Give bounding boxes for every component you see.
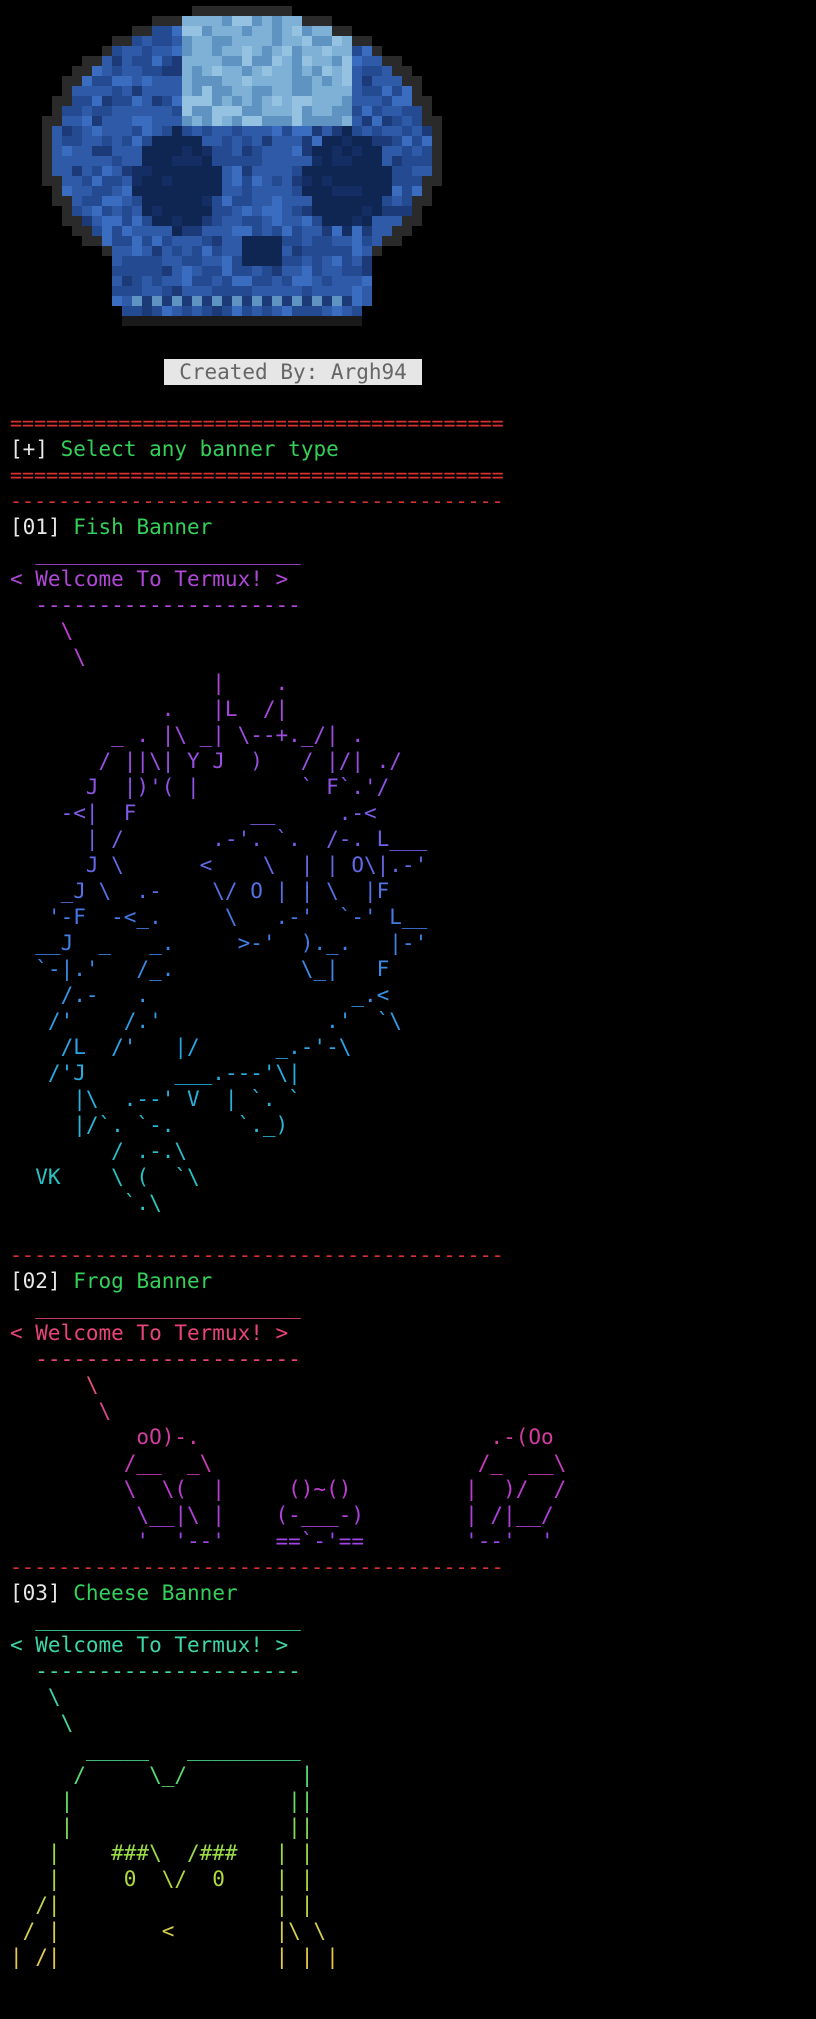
fish-bubble-bottom: --------------------- (10, 593, 301, 617)
art-line: J |)'( | ` F`.'/ (10, 775, 390, 799)
frog-banner-option[interactable]: [02] Frog Banner (10, 1268, 212, 1294)
bottom-separator: ========================================… (10, 463, 504, 487)
art-line: `-|.' /_. \_| F (10, 957, 390, 981)
art-line: J \ < \ | | O\|.-' (10, 853, 428, 877)
cheese-bubble-text: < Welcome To Termux! > (10, 1633, 289, 1657)
art-line: | /| | | | (10, 1945, 339, 1969)
cheese-ascii-art: \ \ _____ _________ / \_/ | | || | || | … (10, 1684, 339, 1970)
cheese-banner-name: Cheese Banner (73, 1581, 238, 1605)
art-line: /.- . _.< (10, 983, 390, 1007)
frog-bubble-text: < Welcome To Termux! > (10, 1321, 289, 1345)
cheese-banner-option[interactable]: [03] Cheese Banner (10, 1580, 238, 1606)
art-line: | / .-'. `. /-. L___ (10, 827, 428, 851)
art-line: \__|\ | (-___-) | /|__/ (10, 1503, 554, 1527)
art-line: '-F -<_. \ .-' `-' L__ (10, 905, 428, 929)
cheese-bubble-bottom: --------------------- (10, 1659, 301, 1683)
art-line: / .-.\ (10, 1139, 188, 1163)
art-line: / | < |\ \ (10, 1919, 327, 1943)
art-line: \ (10, 645, 86, 669)
fish-bubble: _____________________ < Welcome To Termu… (10, 540, 301, 618)
art-line: | ###\ /### | | (10, 1841, 314, 1865)
frog-dash-separator: ----------------------------------------… (10, 1243, 504, 1267)
art-line: | || (10, 1789, 314, 1813)
art-line: \ (10, 619, 74, 643)
art-line: / \_/ | (10, 1763, 314, 1787)
cheese-banner-number: 03 (22, 1581, 48, 1605)
art-line: |/`. `-. `._) (10, 1113, 289, 1137)
art-line: oO)-. .-(Oo (10, 1425, 554, 1449)
art-line: | 0 \/ 0 | | (10, 1867, 314, 1891)
art-line: |\ .--' V | `. ` (10, 1087, 301, 1111)
art-line: /'J ___.---'\| (10, 1061, 301, 1085)
fish-banner-option[interactable]: [01] Fish Banner (10, 514, 212, 540)
credit-label: Created By: Argh94 (164, 359, 422, 385)
art-line: | . (10, 671, 289, 695)
fish-bubble-top: _____________________ (10, 541, 301, 565)
skull-logo (42, 6, 442, 326)
art-line: __J _ _. >-' )._. |-' (10, 931, 428, 955)
fish-dash-separator: ----------------------------------------… (10, 489, 504, 513)
art-line: /' /.' .' `\ (10, 1009, 402, 1033)
art-line: _ . |\ _| \--+._/| . (10, 723, 365, 747)
art-line: -<| F __ .-< (10, 801, 377, 825)
art-line: \ (10, 1685, 61, 1709)
prompt-bracket-close: ] (35, 437, 48, 461)
select-prompt: [+] Select any banner type (10, 436, 339, 462)
frog-ascii-art: \ \ oO)-. .-(Oo /__ _\ /_ __\ \ \( | ()~… (10, 1372, 566, 1554)
cheese-bubble: _____________________ < Welcome To Termu… (10, 1606, 301, 1684)
fish-banner-name: Fish Banner (73, 515, 213, 539)
art-line: _J \ .- \/ O | | \ |F (10, 879, 390, 903)
art-line: \ \( | ()~() | )/ / (10, 1477, 567, 1501)
frog-banner-number: 02 (22, 1269, 48, 1293)
cheese-dash-separator: ----------------------------------------… (10, 1555, 504, 1579)
art-line: \ (10, 1399, 112, 1423)
art-line: _____ _________ (10, 1737, 301, 1761)
art-line: \ (10, 1711, 74, 1735)
art-line: . |L /| (10, 697, 289, 721)
art-line: /L /' |/ _.-'-\ (10, 1035, 352, 1059)
prompt-text: Select any banner type (47, 437, 339, 461)
fish-bubble-text: < Welcome To Termux! > (10, 567, 289, 591)
art-line: / ||\| Y J ) / |/| ./ (10, 749, 402, 773)
art-line: ' '--' ==`-'== '--' ' (10, 1529, 554, 1553)
art-line: `.\ (10, 1191, 162, 1215)
art-line: /__ _\ /_ __\ (10, 1451, 567, 1475)
frog-bubble: _____________________ < Welcome To Termu… (10, 1294, 301, 1372)
fish-ascii-art: \ \ | . . |L /| _ . |\ _| \--+._/| . / |… (10, 618, 427, 1216)
art-line: VK \ ( `\ (10, 1165, 200, 1189)
prompt-plus: + (22, 437, 36, 461)
cheese-bubble-top: _____________________ (10, 1607, 301, 1631)
frog-bubble-bottom: --------------------- (10, 1347, 301, 1371)
art-line: /| | | (10, 1893, 314, 1917)
art-line: | || (10, 1815, 314, 1839)
prompt-bracket-open: [ (10, 437, 23, 461)
frog-banner-name: Frog Banner (73, 1269, 213, 1293)
frog-bubble-top: _____________________ (10, 1295, 301, 1319)
art-line: \ (10, 1373, 99, 1397)
top-separator: ========================================… (10, 411, 504, 435)
fish-banner-number: 01 (22, 515, 48, 539)
